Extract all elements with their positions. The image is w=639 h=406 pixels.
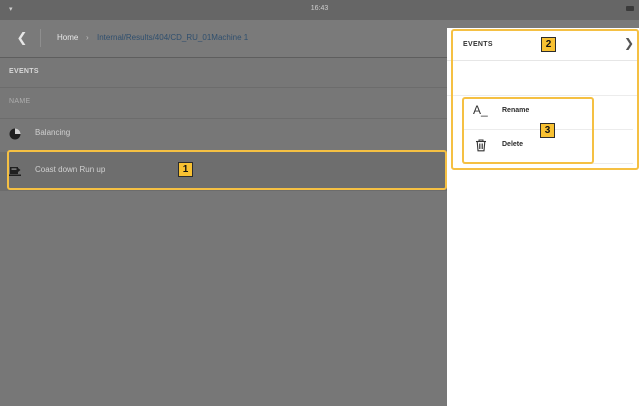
chevron-left-icon[interactable]: ❮ xyxy=(15,30,29,46)
callout-frame-3 xyxy=(462,97,594,164)
events-section-title: EVENTS xyxy=(9,68,39,75)
callout-marker-2: 2 xyxy=(541,37,556,52)
list-item-balancing[interactable]: Balancing xyxy=(0,115,447,154)
callout-marker-1: 1 xyxy=(178,162,193,177)
list-item-label: Balancing xyxy=(35,128,71,137)
breadcrumb-home[interactable]: Home xyxy=(57,33,78,42)
callout-frame-1 xyxy=(7,150,447,190)
status-bar: ▾ 16:43 xyxy=(0,0,639,20)
balancing-icon xyxy=(9,128,21,140)
status-time: 16:43 xyxy=(310,5,329,12)
name-column-label: NAME xyxy=(9,98,31,105)
nav-divider xyxy=(40,29,41,47)
breadcrumb-separator: › xyxy=(86,33,89,42)
battery-icon xyxy=(626,6,634,11)
callout-marker-3: 3 xyxy=(540,123,555,138)
breadcrumb-path[interactable]: Internal/Results/404/CD_RU_01Machine 1 xyxy=(97,33,248,42)
